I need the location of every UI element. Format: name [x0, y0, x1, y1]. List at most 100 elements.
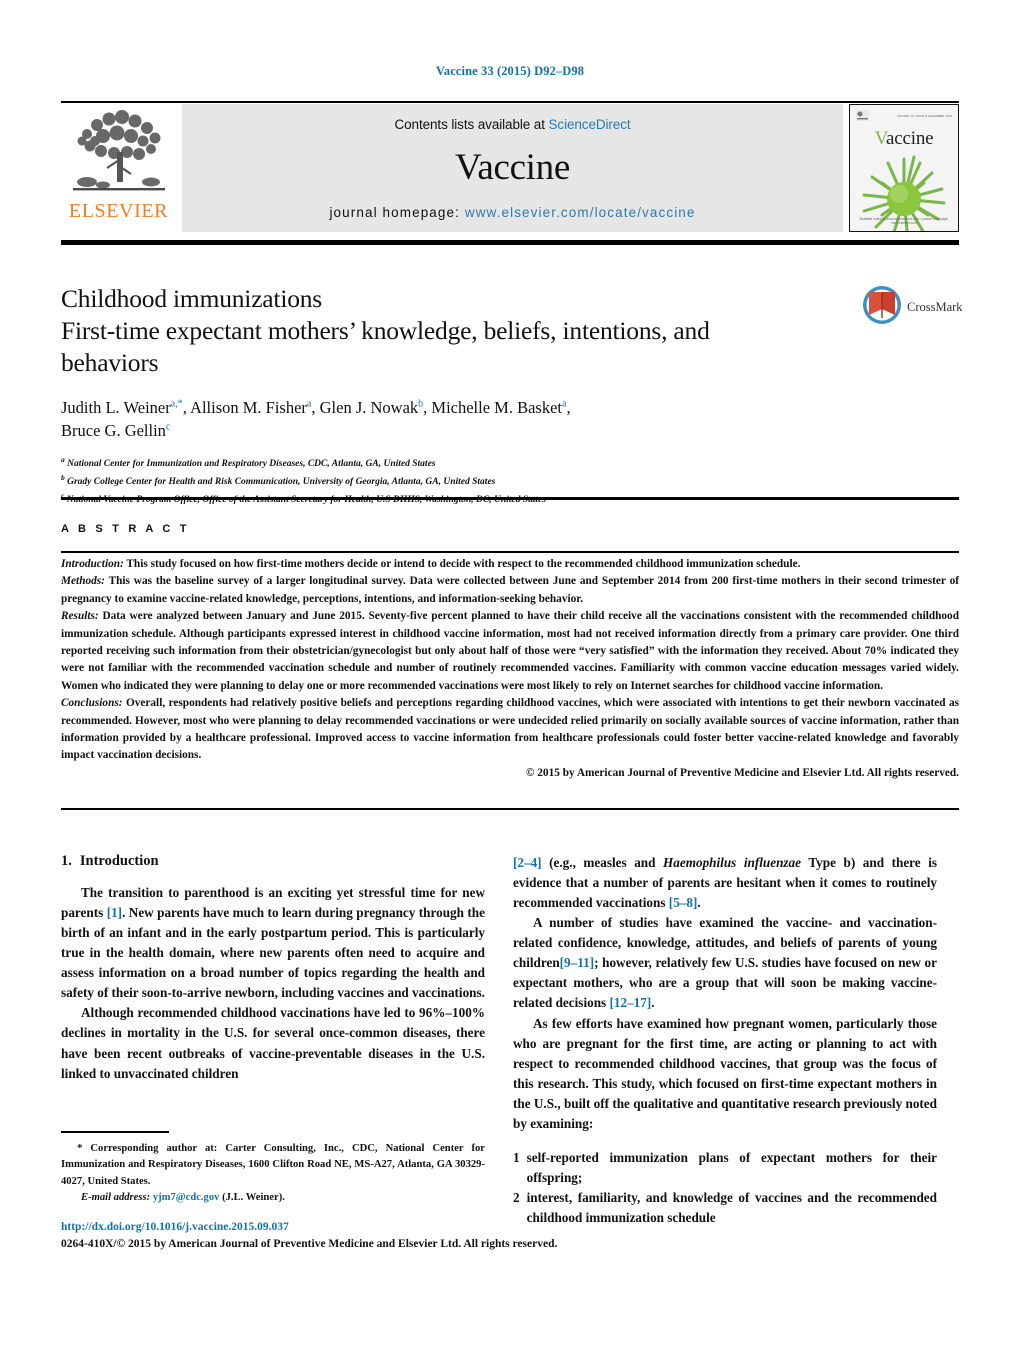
sciencedirect-link[interactable]: ScienceDirect	[549, 117, 631, 132]
paragraph: As few efforts have examined how pregnan…	[513, 1014, 937, 1134]
cover-publisher-mark	[856, 110, 869, 122]
cover-topbar: VOLUME 33, ISSUE D DECEMBER 2015	[856, 110, 952, 122]
abstract-paragraph-results: Results: Data were analyzed between Janu…	[61, 608, 959, 695]
homepage-prefix: journal homepage:	[329, 205, 465, 220]
email-note: E-mail address: yjm7@cdc.gov (J.L. Weine…	[61, 1190, 485, 1206]
elsevier-wordmark: ELSEVIER	[68, 200, 169, 222]
contents-available-line: Contents lists available at ScienceDirec…	[394, 117, 630, 132]
abstract-paragraph-introduction: Introduction: This study focused on how …	[61, 556, 959, 573]
title-line-3: behaviors	[61, 347, 159, 377]
email-label: E-mail address:	[81, 1192, 151, 1204]
author: Glen J. Nowakb,	[320, 398, 432, 417]
cover-issue-label: VOLUME 33, ISSUE D DECEMBER 2015	[897, 114, 952, 118]
page-title: Childhood immunizations First-time expec…	[61, 283, 851, 379]
crossmark-icon	[862, 285, 902, 330]
section-heading-introduction: 1. Introduction	[61, 853, 485, 870]
affiliation-item: a National Center for Immunization and R…	[61, 454, 851, 472]
author-list: Judith L. Weinera,*, Allison M. Fishera,…	[61, 396, 851, 443]
author-sep: ,	[311, 397, 320, 417]
author-name: Bruce G. Gellin	[61, 421, 166, 441]
para4-text: As few efforts have examined how pregnan…	[513, 1015, 937, 1131]
cover-title: Vaccine	[850, 128, 958, 150]
elsevier-tree-icon	[66, 108, 171, 200]
abstract-divider-rule	[61, 551, 959, 554]
citation-ref[interactable]: [1]	[107, 905, 122, 920]
corresponding-author-note: * Corresponding author at: Carter Consul…	[61, 1141, 485, 1190]
abstract-text-results: Data were analyzed between January and J…	[61, 610, 959, 692]
author-name: Judith L. Weiner	[61, 397, 171, 417]
paragraph: The transition to parenthood is an excit…	[61, 883, 485, 1003]
affiliation-list: a National Center for Immunization and R…	[61, 454, 851, 508]
abstract-label-results: Results:	[61, 610, 99, 623]
author-sep: ,	[182, 397, 191, 417]
body-column-right: [2–4] (e.g., measles and Haemophilus inf…	[513, 853, 937, 1228]
species-name: Haemophilus influenzae	[663, 855, 802, 870]
affiliation-item: b Grady College Center for Health and Ri…	[61, 472, 851, 490]
body-column-left: 1. Introduction The transition to parenth…	[61, 853, 485, 1084]
abstract-body: Introduction: This study focused on how …	[61, 556, 959, 782]
footnote-block: * Corresponding author at: Carter Consul…	[61, 1141, 485, 1207]
author-name: Michelle M. Basket	[431, 397, 563, 417]
title-line-1: Childhood immunizations	[61, 284, 323, 313]
crossmark-badge[interactable]: CrossMark	[862, 284, 963, 330]
doi-block: http://dx.doi.org/10.1016/j.vaccine.2015…	[61, 1219, 661, 1252]
author-name: Allison M. Fisher	[190, 397, 307, 417]
author-affil-mark: c	[165, 421, 171, 433]
abstract-label-conclusions: Conclusions:	[61, 697, 123, 710]
list-item-number: 1	[513, 1149, 520, 1165]
masthead-center-panel: Contents lists available at ScienceDirec…	[182, 104, 843, 232]
para3-part-c: .	[651, 995, 655, 1011]
citation-ref[interactable]: [2–4]	[513, 855, 542, 870]
citation-ref[interactable]: [9–11]	[560, 955, 594, 970]
corresponding-author-text: Corresponding author at: Carter Consulti…	[61, 1143, 485, 1187]
running-head: Vaccine 33 (2015) D92–D98	[435, 64, 585, 78]
abstract-label-methods: Methods:	[61, 575, 105, 588]
abstract-paragraph-methods: Methods: This was the baseline survey of…	[61, 573, 959, 608]
journal-title: Vaccine	[455, 147, 570, 188]
journal-cover-thumbnail: VOLUME 33, ISSUE D DECEMBER 2015 Vaccine	[849, 104, 959, 232]
author-sep: ,	[566, 397, 571, 417]
paragraph: [2–4] (e.g., measles and Haemophilus inf…	[513, 853, 937, 913]
email-link[interactable]: yjm7@cdc.gov	[153, 1192, 220, 1203]
abstract-bottom-rule	[61, 808, 959, 811]
cover-footer-text: Available online at www.sciencedirect.co…	[859, 217, 949, 225]
abstract-top-rule	[61, 497, 959, 500]
introduction-text-right: [2–4] (e.g., measles and Haemophilus inf…	[513, 853, 937, 1134]
paragraph: Although recommended childhood vaccinati…	[61, 1003, 485, 1083]
abstract-text-introduction: This study focused on how first-time mot…	[123, 558, 801, 570]
author-name: Glen J. Nowak	[319, 397, 419, 417]
issn-copyright-line: 0264-410X/© 2015 by American Journal of …	[61, 1237, 558, 1250]
journal-masthead: ELSEVIER Contents lists available at Sci…	[61, 104, 959, 232]
crossmark-label: CrossMark	[907, 299, 963, 314]
objectives-list: 1 self-reported immunization plans of exp…	[513, 1148, 937, 1228]
email-suffix: (J.L. Weiner).	[219, 1192, 285, 1204]
citation-ref[interactable]: [12–17]	[609, 995, 651, 1010]
journal-homepage-link[interactable]: www.elsevier.com/locate/vaccine	[465, 205, 696, 220]
cover-title-initial: V	[874, 128, 887, 149]
article-page: Vaccine 33 (2015) D92–D98 ELSEVIER Conte…	[0, 0, 1020, 1351]
introduction-text-left: The transition to parenthood is an excit…	[61, 883, 485, 1084]
affiliation-mark: b	[61, 473, 65, 483]
abstract-paragraph-conclusions: Conclusions: Overall, respondents had re…	[61, 695, 959, 765]
author: Bruce G. Gellinc	[61, 421, 170, 440]
section-title: Introduction	[79, 853, 159, 869]
abstract-copyright: © 2015 by American Journal of Preventive…	[526, 766, 959, 779]
citation-ref[interactable]: [5–8]	[669, 895, 698, 910]
para2-part-d: .	[697, 895, 701, 911]
author: Michelle M. Basketa,	[431, 398, 570, 417]
para2-part-b: (e.g., measles and	[541, 855, 664, 870]
list-item-label: self-reported immunization plans of expe…	[526, 1149, 937, 1185]
doi-link[interactable]: http://dx.doi.org/10.1016/j.vaccine.2015…	[61, 1219, 661, 1236]
journal-homepage-line: journal homepage: www.elsevier.com/locat…	[329, 205, 695, 220]
section-number: 1.	[61, 853, 72, 869]
contents-prefix: Contents lists available at	[394, 117, 549, 132]
author: Allison M. Fishera,	[190, 398, 320, 417]
list-item: 1 self-reported immunization plans of exp…	[513, 1148, 937, 1188]
affiliation-text: National Center for Immunization and Res…	[67, 459, 436, 470]
elsevier-logo: ELSEVIER	[61, 104, 176, 232]
author-affil-mark: a,*	[170, 398, 183, 410]
para1-part-b: . New parents have much to learn during …	[61, 905, 485, 1001]
affiliation-mark: a	[61, 455, 65, 465]
footnote-rule	[61, 1131, 169, 1133]
affiliation-text: Grady College Center for Health and Risk…	[67, 477, 496, 488]
